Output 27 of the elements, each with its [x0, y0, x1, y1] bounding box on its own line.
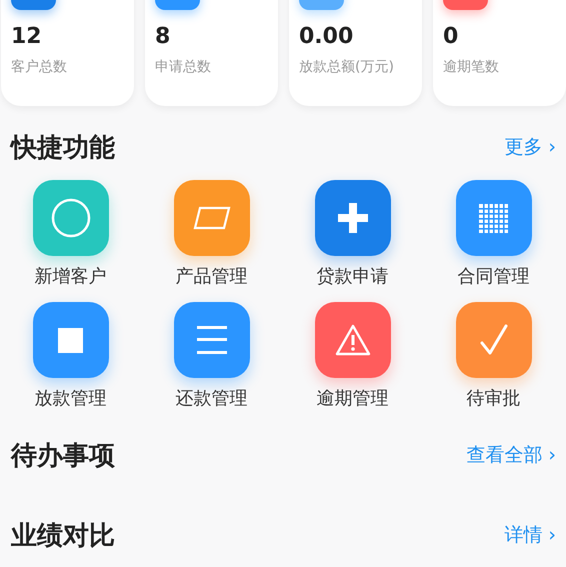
square-icon [58, 328, 83, 352]
quick-action-button[interactable]: 逾期管理 [282, 302, 423, 410]
quick-action-button[interactable]: 待审批 [423, 302, 564, 410]
parallelogram-icon [192, 206, 230, 230]
circle-icon [50, 198, 90, 238]
check-icon [480, 324, 508, 356]
warning-icon [334, 324, 370, 356]
section-title: 业绩对比 [11, 520, 115, 552]
stat-label: 逾期笔数 [443, 58, 500, 77]
quick-action-button[interactable]: 新增客户 [0, 180, 141, 288]
stat-label: 申请总数 [155, 58, 212, 77]
list-icon [196, 326, 226, 354]
stat-value: 0.00 [299, 23, 354, 51]
stat-value: 0 [443, 23, 460, 51]
quick-action-button[interactable]: 还款管理 [141, 302, 282, 410]
stat-value: 8 [155, 23, 172, 51]
quick-action-button[interactable]: 合同管理 [423, 180, 564, 288]
quick-action-button[interactable]: 贷款申请 [282, 180, 423, 288]
stat-value: 12 [11, 23, 43, 51]
stat-label: 客户总数 [11, 58, 68, 77]
section-title: 待办事项 [11, 440, 115, 472]
plus-icon [338, 203, 368, 233]
quick-action-button[interactable]: 产品管理 [141, 180, 282, 288]
section-title: 快捷功能 [11, 132, 115, 164]
stat-label: 放款总额(万元) [299, 58, 395, 77]
grid-icon [479, 204, 508, 232]
quick-action-button[interactable]: 放款管理 [0, 302, 141, 410]
